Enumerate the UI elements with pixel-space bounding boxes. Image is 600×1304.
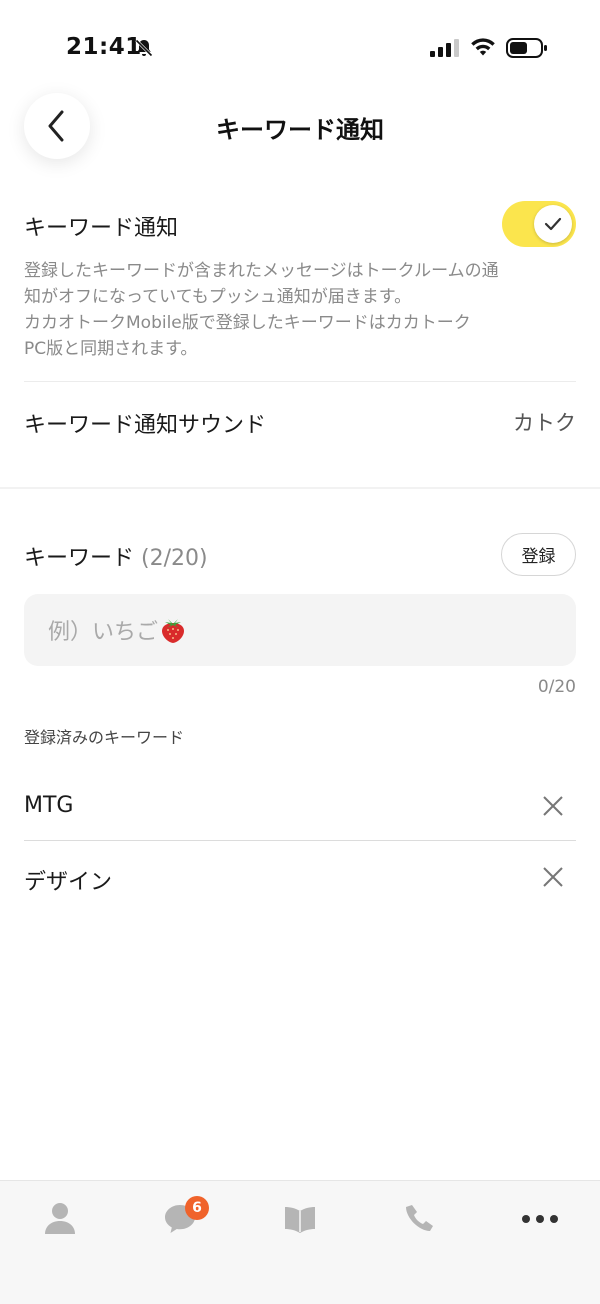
page-title: キーワード通知 — [216, 116, 384, 144]
description-line: 知がオフになっていてもプッシュ通知が届きます。 — [24, 287, 412, 307]
keywords-title-text: キーワード — [24, 546, 135, 571]
battery-icon — [506, 38, 547, 58]
keyword-notification-toggle[interactable] — [502, 201, 576, 247]
tab-bar: 6 — [0, 1180, 600, 1304]
notification-sound-value[interactable]: カトク — [513, 407, 576, 437]
register-button[interactable]: 登録 — [501, 533, 576, 576]
close-icon[interactable] — [542, 795, 564, 817]
keyword-notification-description: 登録したキーワードが含まれたメッセージはトークルームの通 知がオフになっていても… — [24, 258, 580, 362]
book-icon — [285, 1207, 315, 1233]
bell-muted-icon — [135, 39, 153, 57]
cellular-signal-icon — [430, 39, 459, 57]
checkmark-icon — [544, 217, 562, 231]
divider — [24, 381, 576, 382]
description-line: 登録したキーワードが含まれたメッセージはトークルームの通 — [24, 261, 499, 281]
keyword-text: デザイン — [24, 870, 113, 895]
notification-sound-label[interactable]: キーワード通知サウンド — [24, 407, 266, 439]
char-count: 0/20 — [537, 677, 576, 697]
status-bar: 21:41 — [0, 0, 600, 96]
status-time: 21:41 — [66, 34, 142, 60]
phone-icon — [406, 1205, 433, 1231]
strawberry-icon — [162, 619, 185, 643]
keyword-input[interactable]: 例）いちご — [24, 594, 576, 666]
close-icon[interactable] — [542, 866, 564, 888]
divider — [24, 840, 576, 841]
person-icon — [45, 1203, 75, 1234]
keyword-input-placeholder: 例）いちご — [48, 620, 159, 645]
tab-openchat[interactable] — [280, 1199, 320, 1239]
chat-unread-badge: 6 — [185, 1196, 209, 1220]
wifi-icon — [471, 38, 495, 56]
description-line: PC版と同期されます。 — [24, 339, 198, 359]
registered-keywords-label: 登録済みのキーワード — [24, 728, 185, 747]
description-line: カカオトークMobile版で登録したキーワードはカカトーク — [24, 313, 471, 333]
more-icon — [522, 1215, 558, 1223]
tab-friends[interactable] — [40, 1199, 80, 1239]
keyword-notification-label: キーワード通知 — [24, 216, 179, 241]
keyword-item: デザイン — [24, 842, 576, 912]
section-separator — [0, 487, 600, 489]
tab-calls[interactable] — [400, 1199, 440, 1239]
toggle-knob — [534, 205, 572, 243]
keywords-title: キーワード (2/20) — [24, 540, 208, 572]
keyword-item: MTG — [24, 771, 576, 841]
keywords-count: (2/20) — [141, 546, 208, 571]
tab-more[interactable] — [520, 1199, 560, 1239]
keyword-text: MTG — [24, 793, 74, 818]
